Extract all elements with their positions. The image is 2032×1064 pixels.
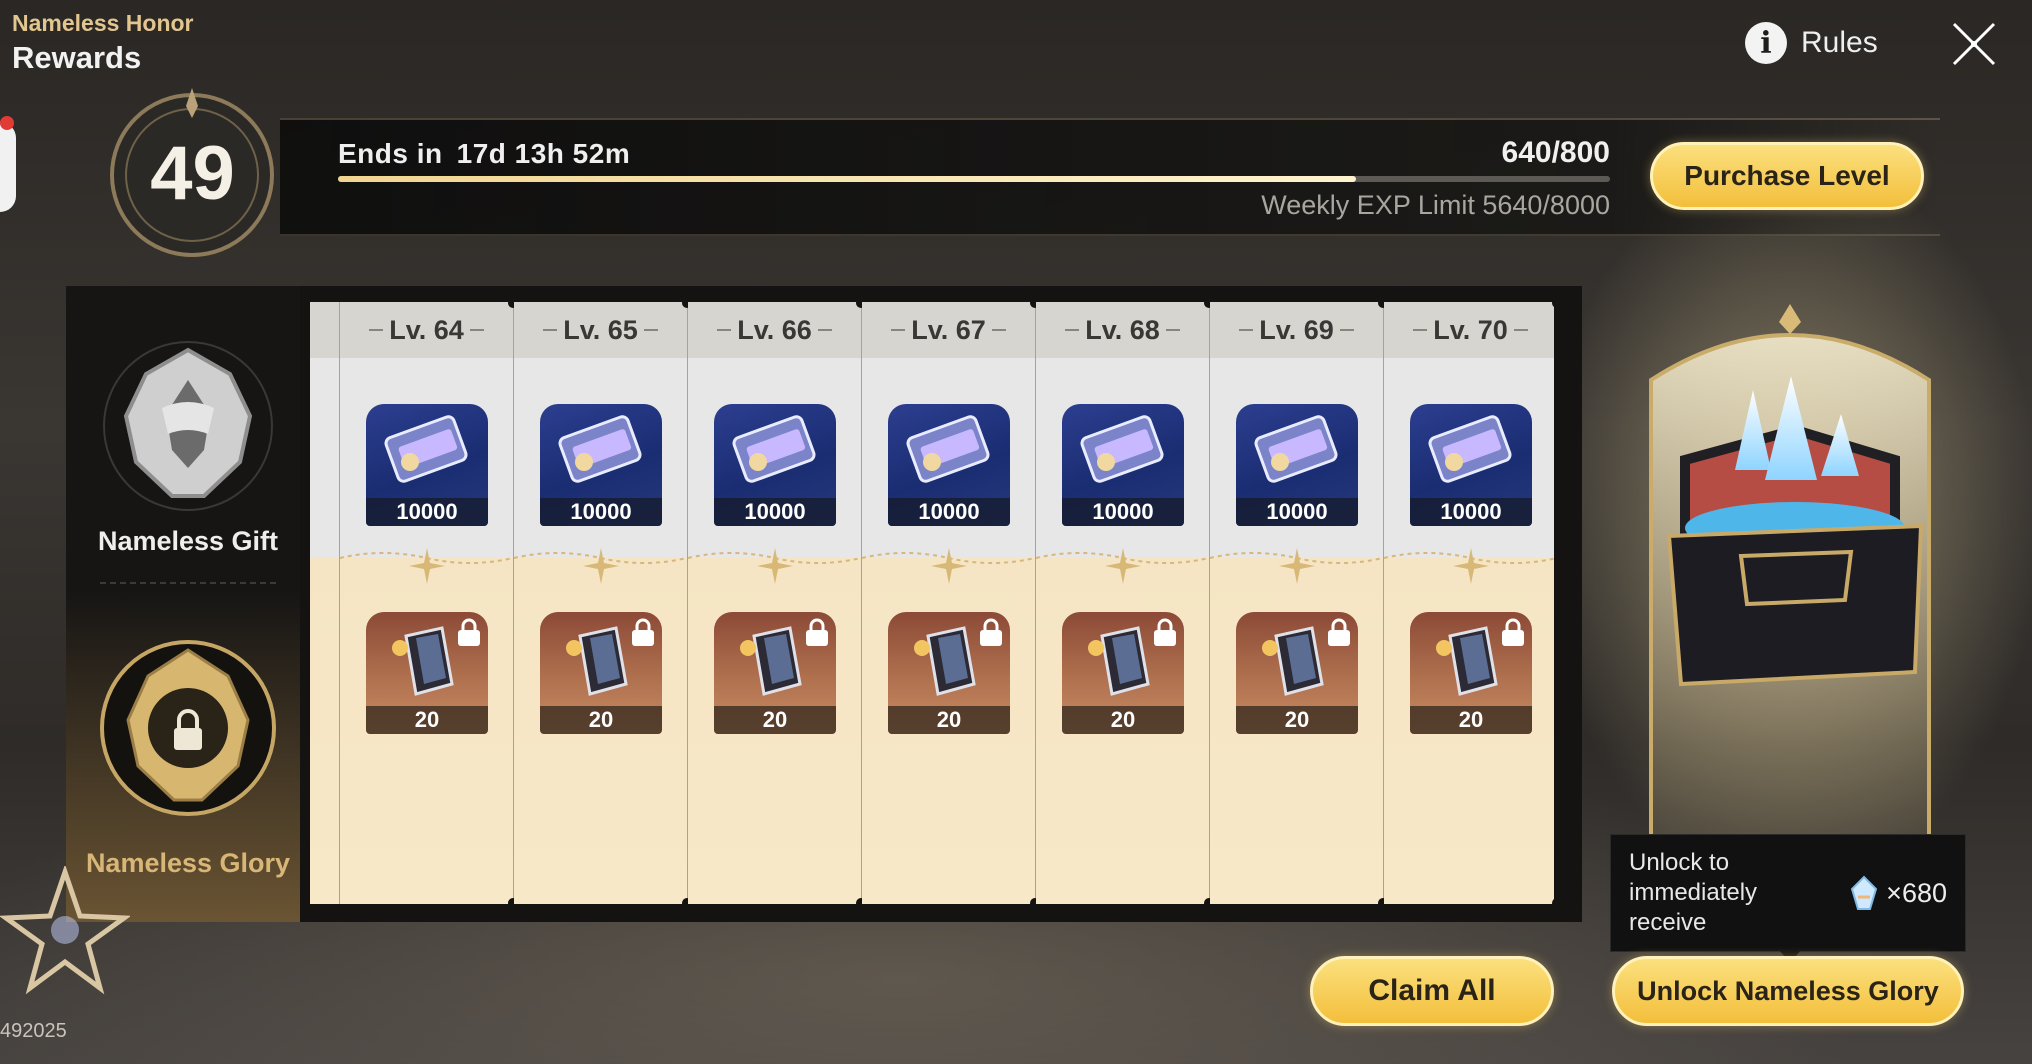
nameless-glory-emblem-icon <box>100 640 276 816</box>
glory-quantity: 20 <box>714 706 836 734</box>
sparkle-icon <box>757 548 793 584</box>
level-label: Lv. 65 <box>514 302 687 358</box>
current-level: 49 <box>150 131 235 216</box>
gift-reward-card[interactable]: 10000 <box>1062 404 1184 526</box>
purchase-level-button[interactable]: Purchase Level <box>1650 142 1924 210</box>
gift-reward-card[interactable]: 10000 <box>714 404 836 526</box>
ends-label: Ends in <box>338 138 443 169</box>
level-label: Lv. 64 <box>340 302 513 358</box>
gift-reward-card[interactable]: 10000 <box>540 404 662 526</box>
credit-card-icon <box>1080 415 1164 483</box>
side-tab[interactable] <box>0 116 16 212</box>
glory-quantity: 20 <box>1062 706 1184 734</box>
glory-reward-card[interactable]: 20 <box>366 612 488 734</box>
level-column: Lv. 66 10000 20 <box>688 302 866 904</box>
gift-reward-card[interactable]: 10000 <box>1410 404 1532 526</box>
credit-card-icon <box>732 415 816 483</box>
sparkle-icon <box>1453 548 1489 584</box>
level-label: Lv. 66 <box>688 302 861 358</box>
sparkle-icon <box>409 548 445 584</box>
treasure-chest-icon <box>1649 304 1931 840</box>
close-icon[interactable] <box>1948 18 2000 70</box>
level-column: Lv. 69 10000 20 <box>1210 302 1388 904</box>
glory-reward-card[interactable]: 20 <box>1062 612 1184 734</box>
level-label: Lv. 67 <box>862 302 1035 358</box>
gift-quantity: 10000 <box>1236 498 1358 526</box>
info-icon: i <box>1745 22 1787 64</box>
exp-fill <box>338 176 1356 182</box>
glory-reward-card[interactable]: 20 <box>1410 612 1532 734</box>
level-column: Lv. 68 10000 20 <box>1036 302 1214 904</box>
gift-quantity: 10000 <box>1410 498 1532 526</box>
unlock-reward: ×680 <box>1848 875 1947 911</box>
gift-quantity: 10000 <box>366 498 488 526</box>
event-subtitle: Nameless Honor <box>12 10 194 36</box>
glory-reward-card[interactable]: 20 <box>540 612 662 734</box>
unlock-reward-amount: ×680 <box>1886 877 1947 908</box>
lock-icon <box>1154 618 1176 646</box>
glory-quantity: 20 <box>1236 706 1358 734</box>
gift-reward-card[interactable]: 10000 <box>366 404 488 526</box>
grid-edge <box>310 302 340 904</box>
lock-icon <box>1328 618 1350 646</box>
level-column: Lv. 65 10000 20 <box>514 302 692 904</box>
sparkle-icon <box>1105 548 1141 584</box>
claim-all-button[interactable]: Claim All <box>1310 956 1554 1026</box>
lock-icon <box>980 618 1002 646</box>
track-divider <box>100 582 276 584</box>
gift-quantity: 10000 <box>1062 498 1184 526</box>
page-title: Rewards <box>12 40 142 75</box>
glory-reward-card[interactable]: 20 <box>888 612 1010 734</box>
level-label: Lv. 69 <box>1210 302 1383 358</box>
lock-icon <box>632 618 654 646</box>
unlock-tooltip: Unlock to immediately receive ×680 <box>1610 834 1966 952</box>
uid: 492025 <box>0 1020 67 1042</box>
glory-quantity: 20 <box>1410 706 1532 734</box>
credit-card-icon <box>906 415 990 483</box>
ends-value: 17d 13h 52m <box>456 138 631 169</box>
trailblaze-star-icon <box>0 866 130 995</box>
gift-quantity: 10000 <box>714 498 836 526</box>
level-label: Lv. 70 <box>1384 302 1554 358</box>
rules-label: Rules <box>1801 26 1878 59</box>
credit-card-icon <box>384 415 468 483</box>
lock-icon <box>1502 618 1524 646</box>
level-column: Lv. 67 10000 20 <box>862 302 1040 904</box>
reward-grid: Lv. 64 10000 20 Lv. 65 10000 20 Lv. 66 1… <box>310 302 1554 904</box>
glory-reward-card[interactable]: 20 <box>1236 612 1358 734</box>
sparkle-icon <box>583 548 619 584</box>
credit-card-icon <box>1254 415 1338 483</box>
rules-button[interactable]: i Rules <box>1745 22 1878 64</box>
gift-quantity: 10000 <box>888 498 1010 526</box>
glory-quantity: 20 <box>888 706 1010 734</box>
level-label: Lv. 68 <box>1036 302 1209 358</box>
sparkle-icon <box>931 548 967 584</box>
glory-quantity: 20 <box>366 706 488 734</box>
level-column: Lv. 64 10000 20 <box>340 302 518 904</box>
lock-icon <box>458 618 480 646</box>
gift-reward-card[interactable]: 10000 <box>1236 404 1358 526</box>
glory-reward-card[interactable]: 20 <box>714 612 836 734</box>
ends-in: Ends in 17d 13h 52m <box>338 138 630 170</box>
nameless-gift-label: Nameless Gift <box>97 526 279 556</box>
nameless-gift-emblem-icon <box>103 341 273 511</box>
lock-icon <box>806 618 828 646</box>
gift-quantity: 10000 <box>540 498 662 526</box>
unlock-nameless-glory-button[interactable]: Unlock Nameless Glory <box>1612 956 1964 1026</box>
column-pin <box>1552 898 1554 904</box>
credit-card-icon <box>1428 415 1512 483</box>
exp-value: 640/800 <box>1501 136 1610 169</box>
level-column: Lv. 70 10000 20 <box>1384 302 1554 904</box>
gift-reward-card[interactable]: 10000 <box>888 404 1010 526</box>
unlock-tooltip-text: Unlock to immediately receive <box>1629 849 1758 936</box>
weekly-exp-limit: Weekly EXP Limit 5640/8000 <box>1261 190 1610 220</box>
credit-card-icon <box>558 415 642 483</box>
crystal-icon <box>1851 875 1878 910</box>
glory-quantity: 20 <box>540 706 662 734</box>
sparkle-icon <box>1279 548 1315 584</box>
